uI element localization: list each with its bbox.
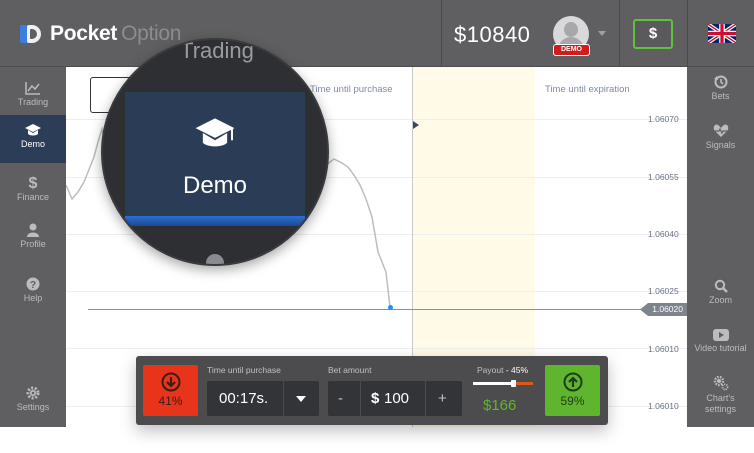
- sidebar-item-zoom[interactable]: Zoom: [687, 279, 754, 306]
- payout-value: $166: [483, 397, 517, 414]
- header-divider: [441, 0, 442, 67]
- magnified-demo-item[interactable]: Demo: [125, 92, 305, 226]
- payout-slider-fill: [473, 382, 513, 385]
- sidebar-item-label: Profile: [20, 239, 46, 249]
- purchase-marker-arrow-icon: [413, 121, 419, 129]
- field-divider: [425, 381, 426, 416]
- current-price-tag: 1.06020: [640, 303, 687, 316]
- sidebar-item-label: Chart's settings: [704, 393, 737, 414]
- sidebar-item-label: Trading: [17, 97, 49, 107]
- payout-percent: - 45%: [505, 365, 529, 375]
- sidebar-item-label: Signals: [705, 140, 736, 150]
- arrow-down-circle-icon: [161, 372, 180, 392]
- time-value: 00:17s.: [219, 390, 269, 407]
- graduation-cap-icon: [195, 118, 235, 147]
- sidebar-item-label: Help: [23, 293, 43, 303]
- decrease-bet-button[interactable]: -: [338, 390, 343, 407]
- bet-amount-input[interactable]: 100: [384, 390, 409, 407]
- current-price-line: [88, 309, 648, 310]
- demo-badge: DEMO: [553, 44, 590, 56]
- field-divider: [283, 381, 284, 416]
- payout-label: Payout: [477, 365, 504, 375]
- sidebar-item-trading[interactable]: Trading: [0, 73, 66, 119]
- time-until-purchase-caption: Time until purchase: [207, 365, 281, 375]
- buy-up-button[interactable]: 59%: [545, 365, 600, 416]
- bet-amount-caption: Bet amount: [328, 365, 372, 375]
- dollar-icon: $: [29, 175, 38, 190]
- graduation-cap-icon: [25, 124, 41, 136]
- sidebar-item-demo[interactable]: Demo: [0, 115, 66, 163]
- bet-currency: $: [371, 390, 380, 407]
- chevron-down-icon[interactable]: [296, 396, 306, 402]
- increase-bet-button[interactable]: +: [438, 390, 447, 407]
- chevron-down-icon[interactable]: [598, 31, 606, 36]
- svg-text:$: $: [29, 175, 38, 190]
- sidebar-item-label: Video tutorial: [694, 343, 747, 353]
- sidebar-item-signals[interactable]: Signals: [687, 124, 754, 151]
- sidebar-item-finance[interactable]: $ Finance: [0, 166, 66, 212]
- video-icon: [712, 329, 729, 341]
- magnified-nav-label-trading: Trading: [180, 38, 254, 63]
- down-percent: 41%: [158, 394, 183, 408]
- current-price-dot: [388, 305, 393, 310]
- sell-down-button[interactable]: 41%: [143, 365, 198, 416]
- magnifier-callout: Trading Demo: [101, 38, 329, 266]
- active-indicator: [125, 216, 305, 226]
- header-divider: [619, 0, 620, 67]
- uk-flag-icon[interactable]: [708, 24, 736, 43]
- sidebar-item-label: Settings: [16, 402, 50, 412]
- pocket-option-logo-icon: [20, 23, 44, 45]
- trend-chart-icon: [25, 82, 40, 95]
- field-divider: [360, 381, 361, 416]
- deposit-button[interactable]: $: [633, 19, 673, 49]
- sidebar-item-bets[interactable]: Bets: [687, 75, 754, 102]
- expiration-time-field[interactable]: 00:17s.: [207, 381, 319, 416]
- bet-amount-field: - $ 100 +: [328, 381, 462, 416]
- sidebar-item-label: Zoom: [708, 295, 732, 305]
- sidebar-item-charts-settings[interactable]: Chart's settings: [687, 375, 754, 415]
- question-icon: ?: [26, 277, 40, 291]
- right-sidebar: Bets Signals Zoom Video tutorial Chart's…: [687, 67, 754, 427]
- history-icon: [713, 75, 727, 89]
- left-sidebar: Trading Demo $ Finance Profile ? Help Se…: [0, 67, 66, 427]
- sidebar-item-settings[interactable]: Settings: [0, 378, 66, 424]
- magnifier-icon: [714, 279, 728, 293]
- sidebar-item-help[interactable]: ? Help: [0, 269, 66, 315]
- magnified-demo-label: Demo: [182, 172, 248, 199]
- sidebar-item-label: Demo: [20, 139, 45, 149]
- app-window: Pocket Option $10840 DEMO $ Trading Demo: [0, 0, 754, 453]
- gear-icon: [26, 386, 40, 400]
- sidebar-item-label: Finance: [16, 192, 50, 202]
- arrow-up-circle-icon: [563, 372, 582, 392]
- payout-slider-handle[interactable]: [511, 380, 516, 387]
- user-icon: [27, 223, 39, 237]
- sidebar-item-label: Bets: [711, 91, 730, 101]
- up-percent: 59%: [560, 394, 585, 408]
- account-balance[interactable]: $10840: [454, 22, 530, 48]
- header-divider: [687, 0, 688, 67]
- payout-caption: Payout - 45%: [477, 365, 528, 375]
- sidebar-item-profile[interactable]: Profile: [0, 215, 66, 261]
- trade-panel: 41% Time until purchase 00:17s. Bet amou…: [136, 356, 608, 425]
- user-icon: [206, 254, 224, 264]
- svg-text:?: ?: [30, 280, 36, 291]
- sidebar-item-video-tutorial[interactable]: Video tutorial: [687, 329, 754, 354]
- gears-icon: [713, 375, 728, 391]
- heart-pulse-icon: [713, 124, 728, 137]
